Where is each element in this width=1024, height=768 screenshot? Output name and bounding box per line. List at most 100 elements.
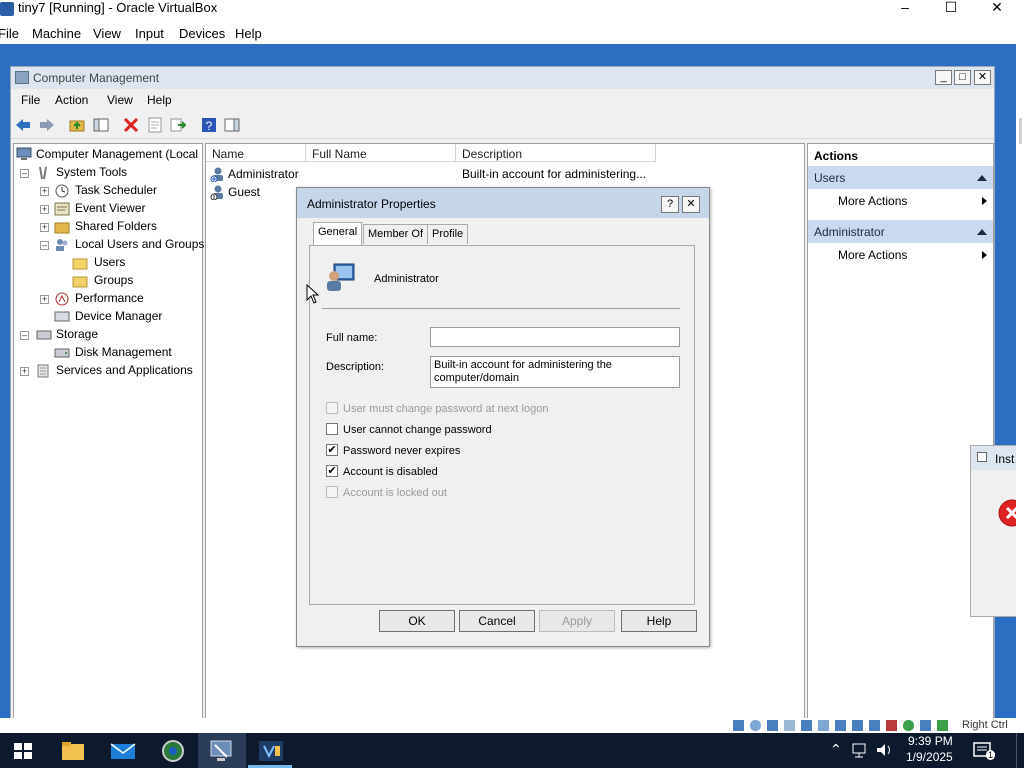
tree-item-task-scheduler[interactable]: Task Scheduler [75, 183, 157, 197]
more-actions-users[interactable]: More Actions [838, 194, 907, 208]
file-explorer-icon[interactable] [58, 737, 88, 765]
column-header-name[interactable]: Name [206, 144, 306, 162]
maximize-button[interactable]: ☐ [928, 0, 974, 22]
vb-menu-file[interactable]: File [0, 26, 19, 41]
vb-menu-view[interactable]: View [93, 26, 121, 41]
vb-menu-machine[interactable]: Machine [32, 26, 81, 41]
mail-icon[interactable] [108, 737, 138, 765]
expand-icon[interactable]: + [40, 187, 49, 196]
expand-icon[interactable]: + [20, 367, 29, 376]
apply-button[interactable]: Apply [539, 610, 615, 632]
collapse-icon[interactable]: – [40, 241, 49, 250]
tree-item-storage[interactable]: Storage [56, 327, 98, 341]
dialog-help-button[interactable]: ? [661, 196, 679, 213]
tree-item-system-tools[interactable]: System Tools [56, 165, 127, 179]
clock-time[interactable]: 9:39 PM [908, 734, 953, 748]
cm-menu-help[interactable]: Help [147, 93, 172, 107]
tree-item-root[interactable]: Computer Management (Local [36, 147, 198, 161]
tree-item-local-users-groups[interactable]: Local Users and Groups [75, 237, 204, 251]
guest-desktop: Computer Management _ □ ✕ File Action Vi… [0, 44, 1016, 718]
description-field[interactable]: Built-in account for administering the c… [430, 356, 680, 388]
tree-item-event-viewer[interactable]: Event Viewer [75, 201, 145, 215]
event-viewer-icon [54, 202, 70, 216]
tab-member-of[interactable]: Member Of [363, 224, 429, 244]
checkbox-label: Account is locked out [343, 487, 447, 499]
cm-menu-file[interactable]: File [21, 93, 40, 107]
checkbox-password-never-expires[interactable]: ✔ [326, 444, 338, 456]
clock-date[interactable]: 1/9/2025 [906, 750, 953, 764]
checkbox-account-locked-out[interactable] [326, 486, 338, 498]
full-name-label: Full name: [326, 332, 378, 344]
scrollbar-thumb[interactable] [1019, 118, 1022, 144]
tree-item-performance[interactable]: Performance [75, 291, 144, 305]
export-list-icon[interactable] [170, 117, 186, 133]
forward-arrow-icon[interactable] [39, 117, 55, 133]
tree-item-disk-management[interactable]: Disk Management [75, 345, 172, 359]
browser-icon[interactable] [158, 737, 188, 765]
back-arrow-icon[interactable] [15, 117, 31, 133]
administrator-properties-dialog: Administrator Properties ? ✕ General Mem… [296, 187, 710, 647]
cm-menu-action[interactable]: Action [55, 93, 88, 107]
minimize-button[interactable]: – [882, 0, 928, 22]
properties-icon[interactable] [147, 117, 163, 133]
actions-section-users[interactable]: Users [808, 166, 993, 189]
volume-icon[interactable] [875, 741, 895, 759]
cm-close-button[interactable]: ✕ [974, 70, 991, 85]
host-key-label: Right Ctrl [962, 719, 1008, 731]
help-button[interactable]: Help [621, 610, 697, 632]
show-hidden-icons-icon[interactable]: ⌃ [830, 741, 842, 758]
show-desktop-button[interactable] [1016, 733, 1024, 768]
checkbox-account-disabled[interactable]: ✔ [326, 465, 338, 477]
show-hide-action-pane-icon[interactable] [224, 117, 240, 133]
vb-menu-devices[interactable]: Devices [179, 26, 225, 41]
actions-section-label: Administrator [814, 225, 885, 239]
close-button[interactable]: ✕ [974, 0, 1020, 22]
tree-item-users[interactable]: Users [94, 255, 125, 269]
cm-menu-view[interactable]: View [107, 93, 133, 107]
collapse-arrow-icon[interactable] [977, 175, 987, 181]
cm-minimize-button[interactable]: _ [935, 70, 952, 85]
delete-icon[interactable] [123, 117, 139, 133]
user-icon [210, 185, 223, 200]
list-item[interactable]: Administrator Built-in account for admin… [210, 165, 690, 183]
computer-management-icon [16, 147, 32, 160]
more-actions-administrator[interactable]: More Actions [838, 248, 907, 262]
collapse-icon[interactable]: – [20, 331, 29, 340]
up-folder-icon[interactable] [69, 117, 85, 133]
actions-pane: Actions Users More Actions Administrator… [807, 143, 994, 718]
collapse-arrow-icon[interactable] [977, 229, 987, 235]
start-windows-icon[interactable] [8, 737, 38, 765]
ok-button[interactable]: OK [379, 610, 455, 632]
checkbox-cannot-change-password[interactable] [326, 423, 338, 435]
expand-icon[interactable]: + [40, 223, 49, 232]
virtualbox-icon [0, 2, 14, 16]
help-icon[interactable]: ? [201, 117, 217, 133]
tab-profile[interactable]: Profile [427, 224, 469, 244]
column-header-description[interactable]: Description [456, 144, 656, 162]
full-name-field[interactable] [430, 327, 680, 347]
collapse-icon[interactable]: – [20, 169, 29, 178]
network-icon[interactable] [851, 741, 869, 759]
tree-item-device-manager[interactable]: Device Manager [75, 309, 162, 323]
actions-section-administrator[interactable]: Administrator [808, 220, 993, 243]
tree-item-services-applications[interactable]: Services and Applications [56, 363, 193, 377]
expand-icon[interactable]: + [40, 205, 49, 214]
cancel-button[interactable]: Cancel [459, 610, 535, 632]
expand-icon[interactable]: + [40, 295, 49, 304]
show-hide-tree-icon[interactable] [93, 117, 109, 133]
separator [322, 308, 680, 309]
vb-menu-input[interactable]: Input [135, 26, 164, 41]
computer-management-task-icon[interactable] [207, 737, 237, 765]
tab-general[interactable]: General [313, 222, 363, 246]
cm-toolbar: ? [11, 111, 994, 139]
checkbox-must-change-password[interactable] [326, 402, 338, 414]
cm-maximize-button[interactable]: □ [954, 70, 971, 85]
checkbox-label: User cannot change password [343, 424, 492, 436]
tree-item-shared-folders[interactable]: Shared Folders [75, 219, 157, 233]
virtualbox-title: tiny7 [Running] - Oracle VirtualBox [18, 0, 218, 15]
virtualbox-task-icon[interactable] [256, 737, 286, 765]
tree-item-groups[interactable]: Groups [94, 273, 133, 287]
dialog-close-button[interactable]: ✕ [682, 196, 700, 213]
column-header-full-name[interactable]: Full Name [306, 144, 456, 162]
vb-menu-help[interactable]: Help [235, 26, 262, 41]
